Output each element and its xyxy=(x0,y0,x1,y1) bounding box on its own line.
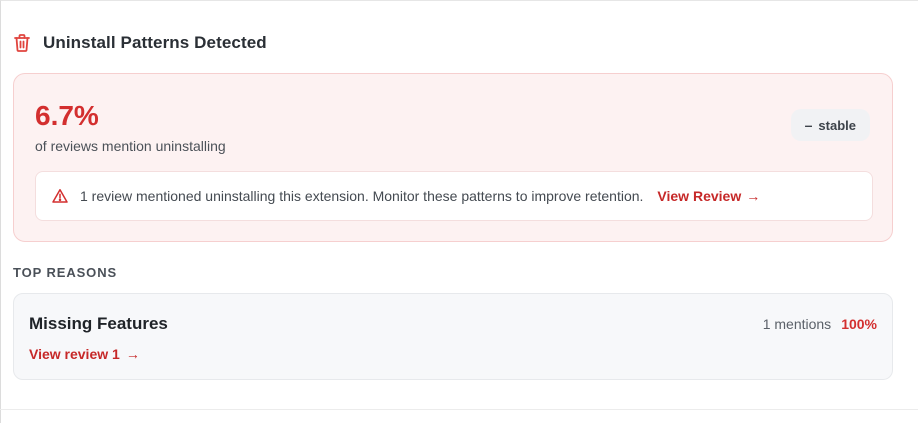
view-review-label: View Review xyxy=(657,188,742,204)
trend-flat-icon: – xyxy=(804,117,813,133)
uninstall-rate-card: 6.7% of reviews mention uninstalling – s… xyxy=(13,73,893,242)
reason-percent: 100% xyxy=(841,316,877,332)
view-review-1-label: View review 1 xyxy=(29,346,120,362)
reason-mentions: 1 mentions xyxy=(762,316,832,332)
view-review-link[interactable]: View Review → xyxy=(657,188,760,204)
view-review-1-link[interactable]: View review 1 → xyxy=(29,346,140,362)
uninstall-alert: 1 review mentioned uninstalling this ext… xyxy=(35,171,873,221)
panel-title: Uninstall Patterns Detected xyxy=(43,33,267,52)
panel-header: Uninstall Patterns Detected xyxy=(13,31,267,55)
top-reasons-heading: TOP REASONS xyxy=(13,265,118,280)
arrow-right-icon: → xyxy=(746,188,761,204)
reason-card: Missing Features View review 1 → 1 menti… xyxy=(13,293,893,380)
trend-badge: – stable xyxy=(790,109,870,141)
arrow-right-icon: → xyxy=(125,346,140,362)
reason-meta: 1 mentions 100% xyxy=(763,316,877,332)
alert-message: 1 review mentioned uninstalling this ext… xyxy=(80,188,644,204)
uninstall-rate-caption: of reviews mention uninstalling xyxy=(35,138,226,154)
trend-label: stable xyxy=(818,117,856,133)
trash-icon xyxy=(13,33,31,53)
reason-title: Missing Features xyxy=(29,314,168,333)
warning-icon xyxy=(52,188,68,204)
uninstall-rate-value: 6.7% xyxy=(35,100,99,131)
bottom-divider xyxy=(0,409,918,410)
